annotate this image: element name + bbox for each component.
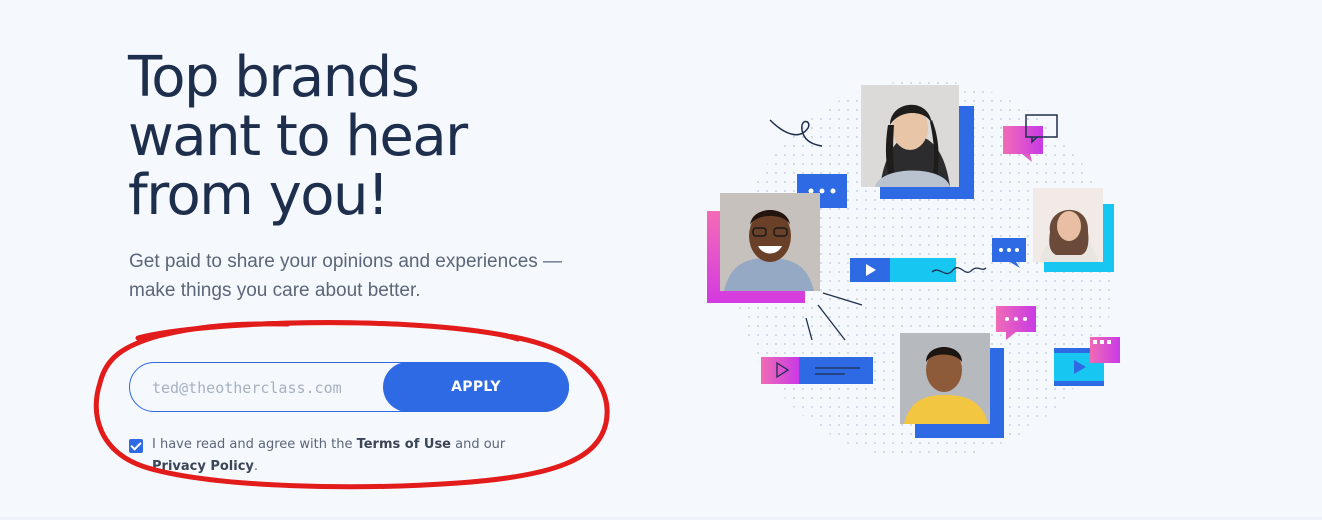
video-tile-man-left <box>707 193 820 303</box>
video-progress-bar <box>761 357 873 384</box>
video-chat-illustration <box>707 80 1120 460</box>
video-tile-woman-top <box>861 85 974 199</box>
hero-subtitle: Get paid to share your opinions and expe… <box>129 251 563 301</box>
video-tile-woman-right <box>1033 188 1114 272</box>
video-tile-man-bottom <box>900 333 1004 438</box>
hero-title: Top brands want to hear from you! <box>128 45 468 228</box>
red-annotation-ellipse <box>93 320 610 490</box>
